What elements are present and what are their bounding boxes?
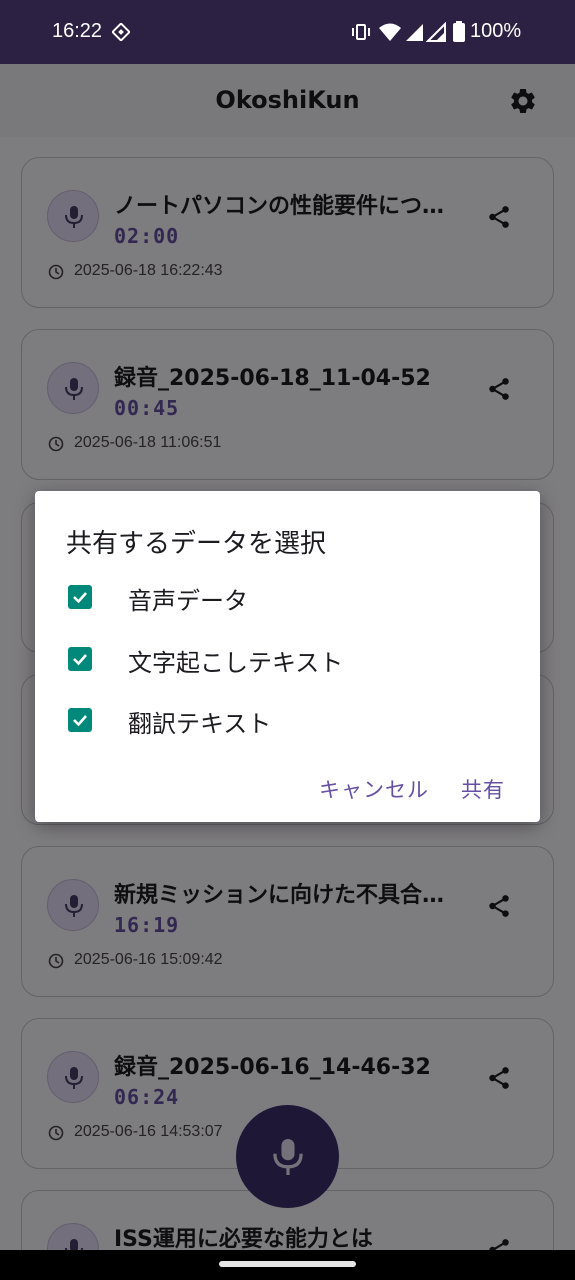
navigation-bar [0,1250,575,1280]
battery-icon [453,21,465,42]
option-transcript[interactable]: 文字起こしテキスト [68,647,508,677]
notification-icon [112,23,130,41]
cancel-button[interactable]: キャンセル [319,774,429,804]
option-transcript-label: 文字起こしテキスト [128,649,344,677]
share-button[interactable]: 共有 [461,774,505,804]
status-time: 16:22 [52,20,103,42]
share-dialog: 共有するデータを選択 音声データ 文字起こしテキスト 翻訳テキスト キャンセル … [35,491,540,822]
check-icon [73,654,87,666]
vibrate-icon [352,24,370,40]
option-translation-label: 翻訳テキスト [128,710,272,738]
check-icon [73,592,87,604]
signal-secondary-icon [426,22,446,42]
option-translation[interactable]: 翻訳テキスト [68,708,508,738]
checkbox-audio[interactable] [68,585,92,609]
battery-percent: 100% [470,20,522,42]
home-gesture-handle[interactable] [219,1261,356,1267]
option-audio[interactable]: 音声データ [68,585,508,615]
wifi-icon [379,23,401,41]
option-audio-label: 音声データ [128,587,248,615]
checkbox-translation[interactable] [68,708,92,732]
check-icon [73,715,87,727]
signal-icon [406,24,423,41]
status-bar: 16:22 100% [0,0,575,64]
dialog-title: 共有するデータを選択 [66,529,327,559]
checkbox-transcript[interactable] [68,647,92,671]
